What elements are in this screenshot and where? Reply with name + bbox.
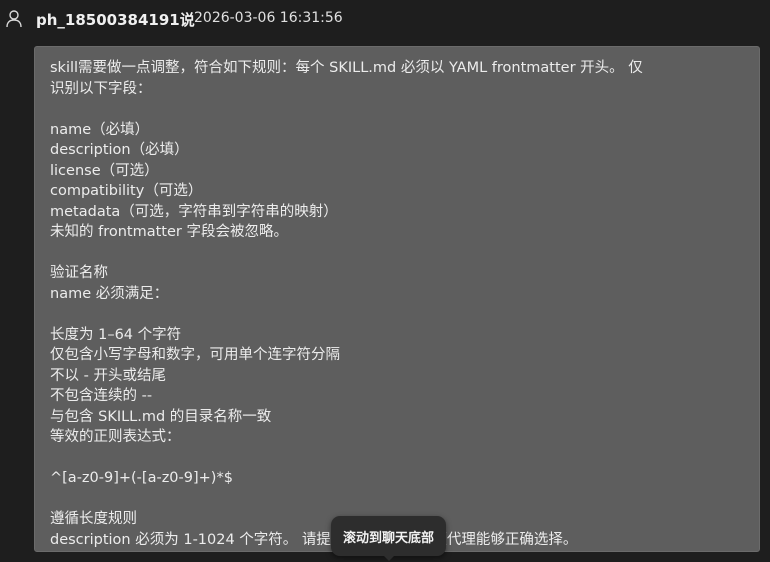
message-line: description（必填）	[50, 142, 189, 158]
message-line: name 必须满足：	[50, 285, 169, 302]
message-line: 长度为 1–64 个字符	[50, 326, 182, 343]
message-line: license（可选）	[50, 162, 159, 179]
message-line: skill需要做一点调整，符合如下规则：每个 SKILL.md 必须以 YAML…	[50, 60, 643, 76]
message-timestamp: 2026-03-06 16:31:56	[194, 10, 343, 26]
message-line: 验证名称	[50, 265, 108, 281]
scroll-to-bottom-button[interactable]: 滚动到聊天底部	[331, 516, 446, 561]
message-line: 不以 - 开头或结尾	[50, 367, 166, 384]
message-line: 仅包含小写字母和数字，可用单个连字符分隔	[50, 347, 340, 363]
message-line	[50, 448, 750, 469]
message-line: metadata（可选，字符串到字符串的映射）	[50, 203, 338, 220]
message-line	[50, 243, 750, 264]
message-body: skill需要做一点调整，符合如下规则：每个 SKILL.md 必须以 YAML…	[50, 58, 750, 550]
message-line: 未知的 frontmatter 字段会被忽略。	[50, 224, 288, 240]
message-line	[50, 99, 750, 120]
user-name: ph_18500384191说	[36, 11, 195, 29]
message-line	[50, 489, 750, 510]
message-line: 与包含 SKILL.md 的目录名称一致	[50, 408, 272, 425]
message-line: 识别以下字段：	[50, 80, 152, 97]
user-icon	[6, 10, 22, 28]
message-bubble: skill需要做一点调整，符合如下规则：每个 SKILL.md 必须以 YAML…	[34, 46, 760, 552]
message-header: ph_18500384191说 2026-03-06 16:31:56	[0, 0, 770, 40]
message-line: 等效的正则表达式：	[50, 429, 181, 445]
message-line: compatibility（可选）	[50, 183, 203, 199]
message-line: 不包含连续的 --	[50, 388, 153, 404]
message-line: name（必填）	[50, 121, 150, 138]
message-line: ^[a-z0-9]+(-[a-z0-9]+)*$	[50, 470, 233, 486]
message-line	[50, 304, 750, 325]
